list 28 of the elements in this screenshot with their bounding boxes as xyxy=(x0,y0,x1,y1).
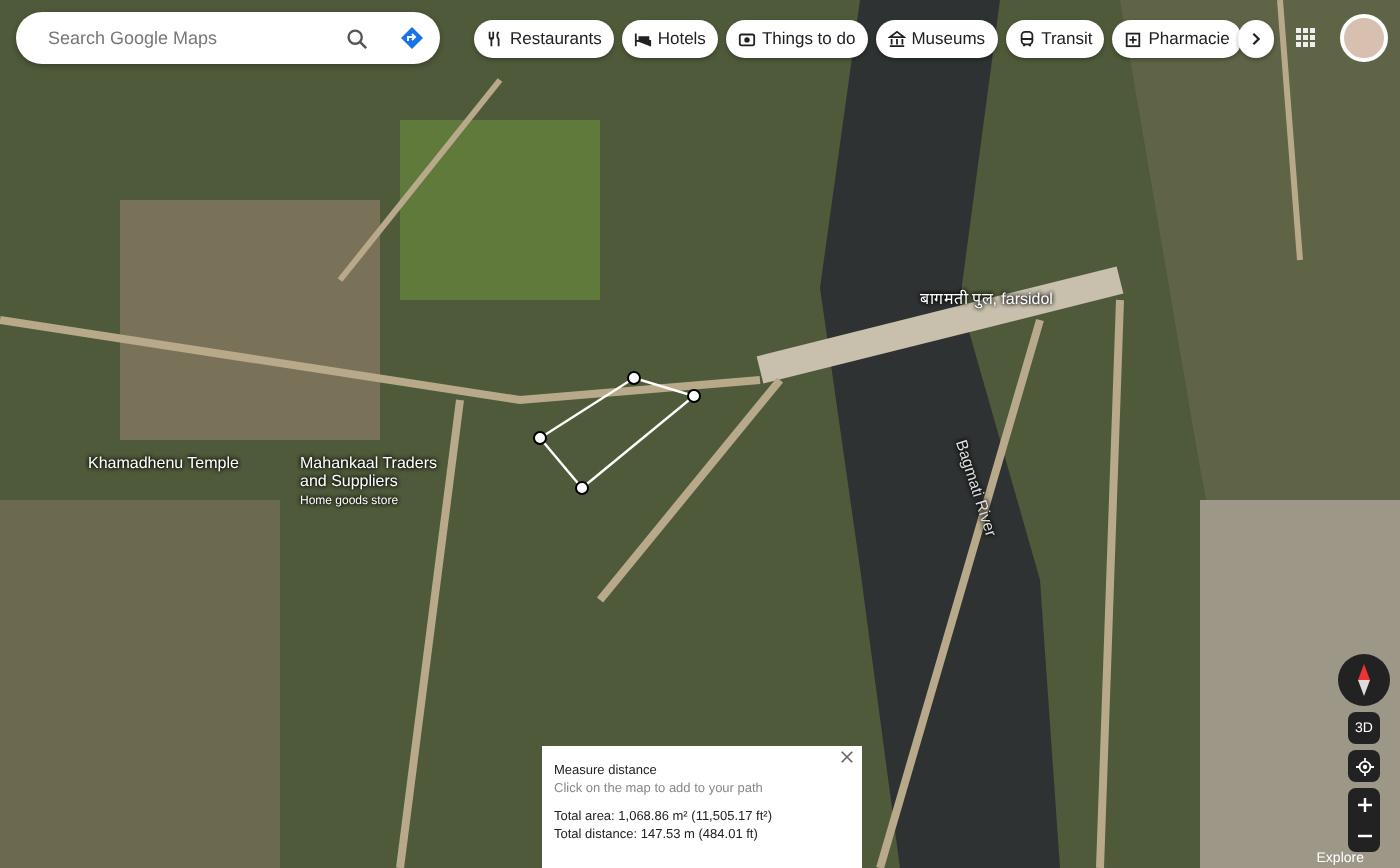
directions-icon[interactable] xyxy=(400,26,424,50)
place-label: Khamadhenu Temple xyxy=(88,456,239,474)
museum-icon xyxy=(887,29,906,47)
plus-icon xyxy=(1357,797,1371,811)
minus-icon xyxy=(1357,834,1371,838)
close-button[interactable] xyxy=(840,750,856,766)
category-chip[interactable]: Pharmacie xyxy=(1112,19,1242,57)
category-chip[interactable]: Museums xyxy=(875,19,998,57)
apps-grid-icon[interactable] xyxy=(1296,28,1316,48)
category-chip[interactable]: Restaurants xyxy=(474,19,614,57)
crosshair-icon xyxy=(1355,757,1373,775)
chevron-right-icon xyxy=(1249,31,1262,45)
train-icon xyxy=(1017,29,1036,47)
close-icon xyxy=(840,750,854,764)
camera-icon xyxy=(737,29,756,47)
place-label: Mahankaal Traders and Suppliers xyxy=(300,456,439,492)
category-chip[interactable]: Things to do xyxy=(725,19,868,57)
pharmacy-icon xyxy=(1124,29,1143,47)
satellite-map-photo[interactable] xyxy=(0,0,1400,868)
bed-icon xyxy=(633,29,652,47)
location-button[interactable] xyxy=(1348,750,1380,782)
search-icon[interactable] xyxy=(346,27,368,49)
search-field[interactable]: Search Google Maps xyxy=(44,26,346,50)
search-bar[interactable]: Search Google Maps xyxy=(16,12,440,64)
compass-icon xyxy=(1352,664,1376,696)
fork-knife-icon xyxy=(486,29,504,47)
measure-path[interactable] xyxy=(533,371,701,495)
place-label: बागमती पुल, farsidol xyxy=(920,292,1053,310)
